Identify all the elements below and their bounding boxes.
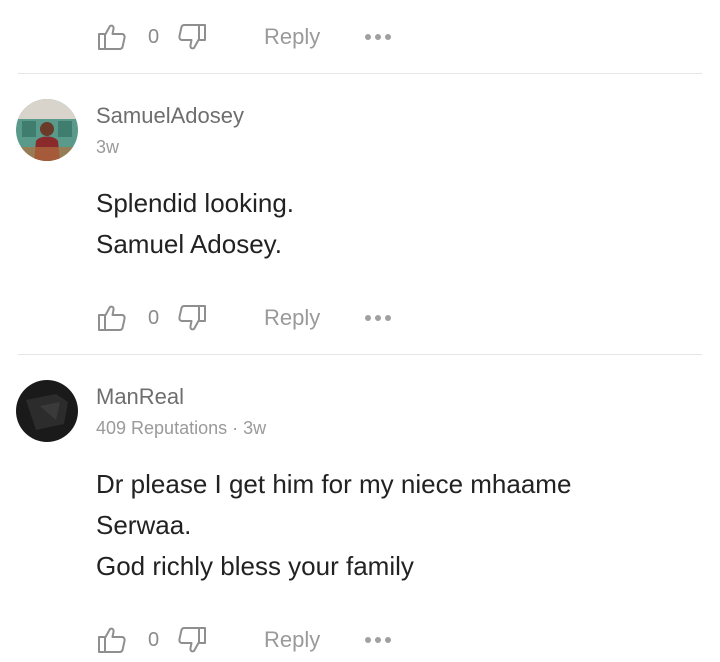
comment-actions: 0 Reply (96, 17, 392, 57)
divider (18, 354, 702, 355)
reply-button[interactable]: Reply (264, 24, 320, 50)
comment-line: Dr please I get him for my niece mhaame (96, 469, 572, 499)
comment-meta: 3w (96, 137, 120, 157)
thumbs-up-icon[interactable] (96, 21, 128, 53)
username[interactable]: ManReal (96, 384, 184, 410)
comment-text: Splendid looking. Samuel Adosey. (96, 183, 676, 265)
more-options-icon[interactable] (364, 32, 392, 42)
like-count: 0 (148, 306, 160, 329)
thumbs-down-icon[interactable] (176, 302, 208, 334)
comment-line: Serwaa. (96, 510, 192, 540)
comment-text: Dr please I get him for my niece mhaame … (96, 464, 676, 587)
username[interactable]: SamuelAdosey (96, 103, 244, 129)
divider (18, 73, 702, 74)
reply-button[interactable]: Reply (264, 627, 320, 653)
reply-button[interactable]: Reply (264, 305, 320, 331)
comment-line: Splendid looking. (96, 188, 295, 218)
comment-meta: 409 Reputations · 3w (96, 418, 267, 438)
comment-line: Samuel Adosey. (96, 229, 282, 259)
more-options-icon[interactable] (364, 313, 392, 323)
like-count: 0 (148, 628, 160, 651)
thumbs-down-icon[interactable] (176, 624, 208, 656)
thumbs-up-icon[interactable] (96, 624, 128, 656)
comment-actions: 0 Reply (96, 620, 392, 660)
avatar[interactable] (16, 99, 78, 161)
more-options-icon[interactable] (364, 635, 392, 645)
avatar[interactable] (16, 380, 78, 442)
like-count: 0 (148, 25, 160, 48)
thumbs-up-icon[interactable] (96, 302, 128, 334)
comment-line: God richly bless your family (96, 551, 414, 581)
comment-actions: 0 Reply (96, 298, 392, 338)
thumbs-down-icon[interactable] (176, 21, 208, 53)
